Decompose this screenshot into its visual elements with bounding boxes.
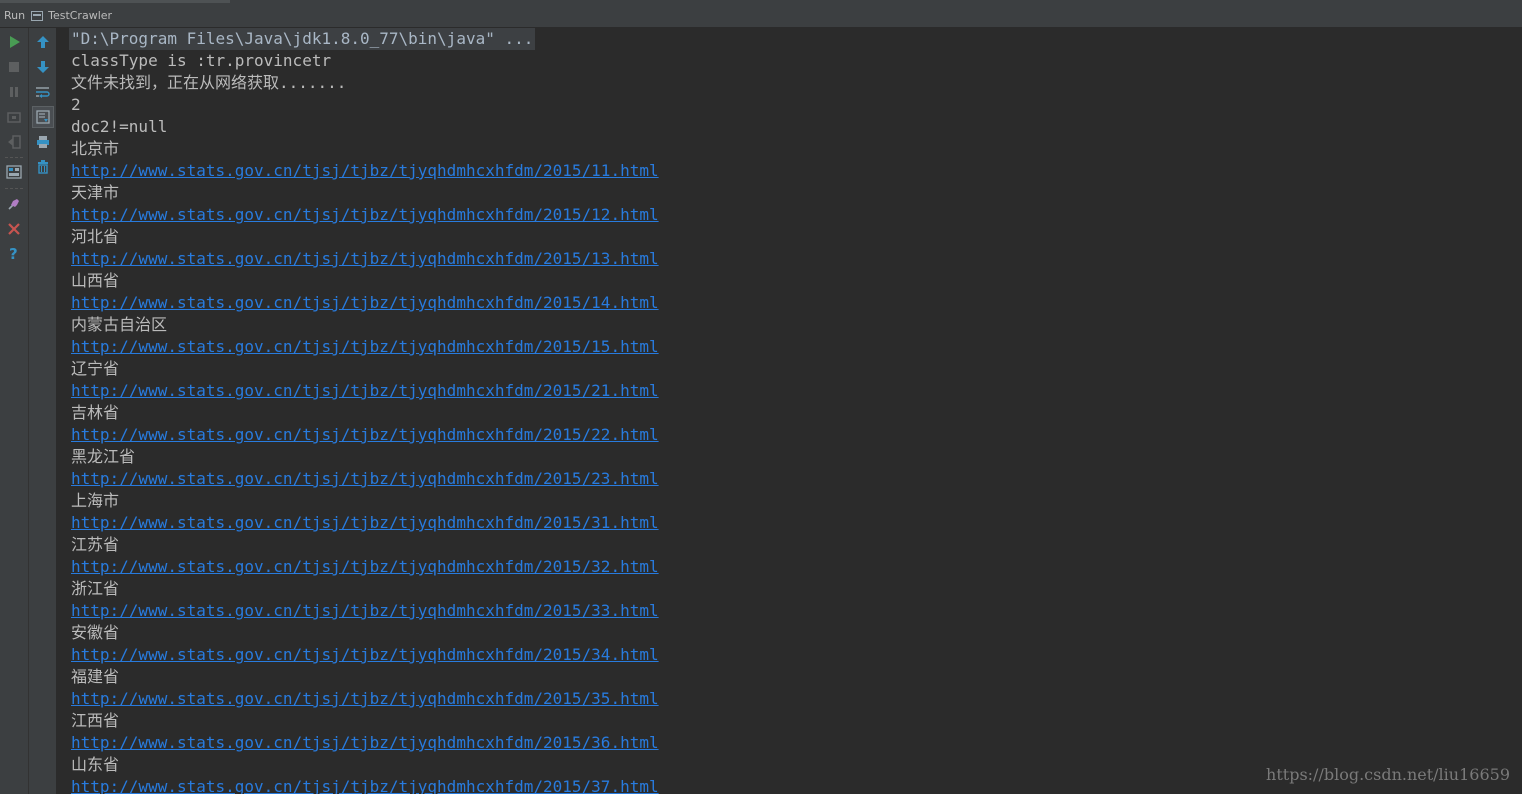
console-link[interactable]: http://www.stats.gov.cn/tjsj/tjbz/tjyqhd…: [71, 292, 659, 314]
console-link[interactable]: http://www.stats.gov.cn/tjsj/tjbz/tjyqhd…: [71, 776, 659, 794]
help-icon: ?: [9, 246, 18, 262]
console-link[interactable]: http://www.stats.gov.cn/tjsj/tjbz/tjyqhd…: [71, 644, 659, 666]
console-line: classType is :tr.provincetr: [71, 51, 332, 70]
console-line: 上海市: [71, 491, 120, 510]
console-line: 福建省: [71, 667, 120, 686]
console-link[interactable]: http://www.stats.gov.cn/tjsj/tjbz/tjyqhd…: [71, 600, 659, 622]
console-link[interactable]: http://www.stats.gov.cn/tjsj/tjbz/tjyqhd…: [71, 688, 659, 710]
svg-text:?: ?: [9, 246, 18, 262]
exit-icon: [8, 135, 21, 149]
dump-threads-button[interactable]: [3, 106, 25, 128]
console-link[interactable]: http://www.stats.gov.cn/tjsj/tjbz/tjyqhd…: [71, 424, 659, 446]
stop-icon: [9, 62, 19, 72]
console-link[interactable]: http://www.stats.gov.cn/tjsj/tjbz/tjyqhd…: [71, 336, 659, 358]
console-line: 内蒙古自治区: [71, 315, 168, 334]
console-link[interactable]: http://www.stats.gov.cn/tjsj/tjbz/tjyqhd…: [71, 160, 659, 182]
console-link[interactable]: http://www.stats.gov.cn/tjsj/tjbz/tjyqhd…: [71, 248, 659, 270]
run-toolbar-secondary: [29, 28, 57, 794]
console-link[interactable]: http://www.stats.gov.cn/tjsj/tjbz/tjyqhd…: [71, 204, 659, 226]
console-line: doc2!=null: [71, 117, 168, 136]
console-line: 黑龙江省: [71, 447, 136, 466]
rerun-button[interactable]: [3, 31, 25, 53]
up-arrow-icon: [37, 36, 49, 48]
console-line: 江西省: [71, 711, 120, 730]
print-icon: [37, 136, 49, 148]
watermark: https://blog.csdn.net/liu16659: [1266, 765, 1510, 784]
down-stack-trace-button[interactable]: [32, 56, 54, 78]
pause-icon: [10, 87, 18, 97]
run-config-name[interactable]: TestCrawler: [48, 9, 112, 22]
run-panel-header: Run TestCrawler: [0, 4, 1522, 28]
exit-button[interactable]: [3, 131, 25, 153]
scroll-to-end-icon: [36, 110, 50, 124]
console-line: 山西省: [71, 271, 120, 290]
clear-all-button[interactable]: [32, 156, 54, 178]
rerun-icon: [10, 36, 20, 48]
help-button[interactable]: ?: [3, 243, 25, 265]
soft-wrap-icon: [36, 87, 50, 98]
up-stack-trace-button[interactable]: [32, 31, 54, 53]
clear-icon: [38, 160, 48, 174]
run-config-icon: [31, 10, 44, 21]
scroll-to-end-button[interactable]: [32, 106, 54, 128]
console-line: 2: [71, 95, 81, 114]
console-command-line: "D:\Program Files\Java\jdk1.8.0_77\bin\j…: [69, 28, 536, 50]
layout-button[interactable]: [3, 161, 25, 183]
toolbar-separator: [5, 188, 23, 189]
console-line: 北京市: [71, 139, 120, 158]
console-link[interactable]: http://www.stats.gov.cn/tjsj/tjbz/tjyqhd…: [71, 512, 659, 534]
run-panel-label: Run: [4, 9, 26, 22]
layout-icon: [6, 165, 22, 179]
close-icon: [8, 223, 20, 235]
console-line: 河北省: [71, 227, 120, 246]
console-line: 山东省: [71, 755, 120, 774]
console-line: 辽宁省: [71, 359, 120, 378]
console-output[interactable]: "D:\Program Files\Java\jdk1.8.0_77\bin\j…: [57, 28, 1522, 794]
pause-button[interactable]: [3, 81, 25, 103]
close-button[interactable]: [3, 218, 25, 240]
console-line: 吉林省: [71, 403, 120, 422]
console-link[interactable]: http://www.stats.gov.cn/tjsj/tjbz/tjyqhd…: [71, 468, 659, 490]
print-button[interactable]: [32, 131, 54, 153]
down-arrow-icon: [37, 61, 49, 73]
run-toolbar-primary: ?: [0, 28, 29, 794]
console-line: 安徽省: [71, 623, 120, 642]
soft-wrap-button[interactable]: [32, 81, 54, 103]
console-line: 浙江省: [71, 579, 120, 598]
stop-button[interactable]: [3, 56, 25, 78]
pin-icon: [8, 199, 19, 210]
pin-button[interactable]: [3, 193, 25, 215]
console-line: 江苏省: [71, 535, 120, 554]
console-line: 文件未找到，正在从网络获取.......: [71, 73, 347, 92]
console-link[interactable]: http://www.stats.gov.cn/tjsj/tjbz/tjyqhd…: [71, 380, 659, 402]
console-link[interactable]: http://www.stats.gov.cn/tjsj/tjbz/tjyqhd…: [71, 732, 659, 754]
active-editor-tab-indicator: [0, 0, 230, 3]
toolbar-separator: [5, 157, 23, 158]
console-link[interactable]: http://www.stats.gov.cn/tjsj/tjbz/tjyqhd…: [71, 556, 659, 578]
console-line: 天津市: [71, 183, 120, 202]
dump-threads-icon: [7, 112, 21, 123]
